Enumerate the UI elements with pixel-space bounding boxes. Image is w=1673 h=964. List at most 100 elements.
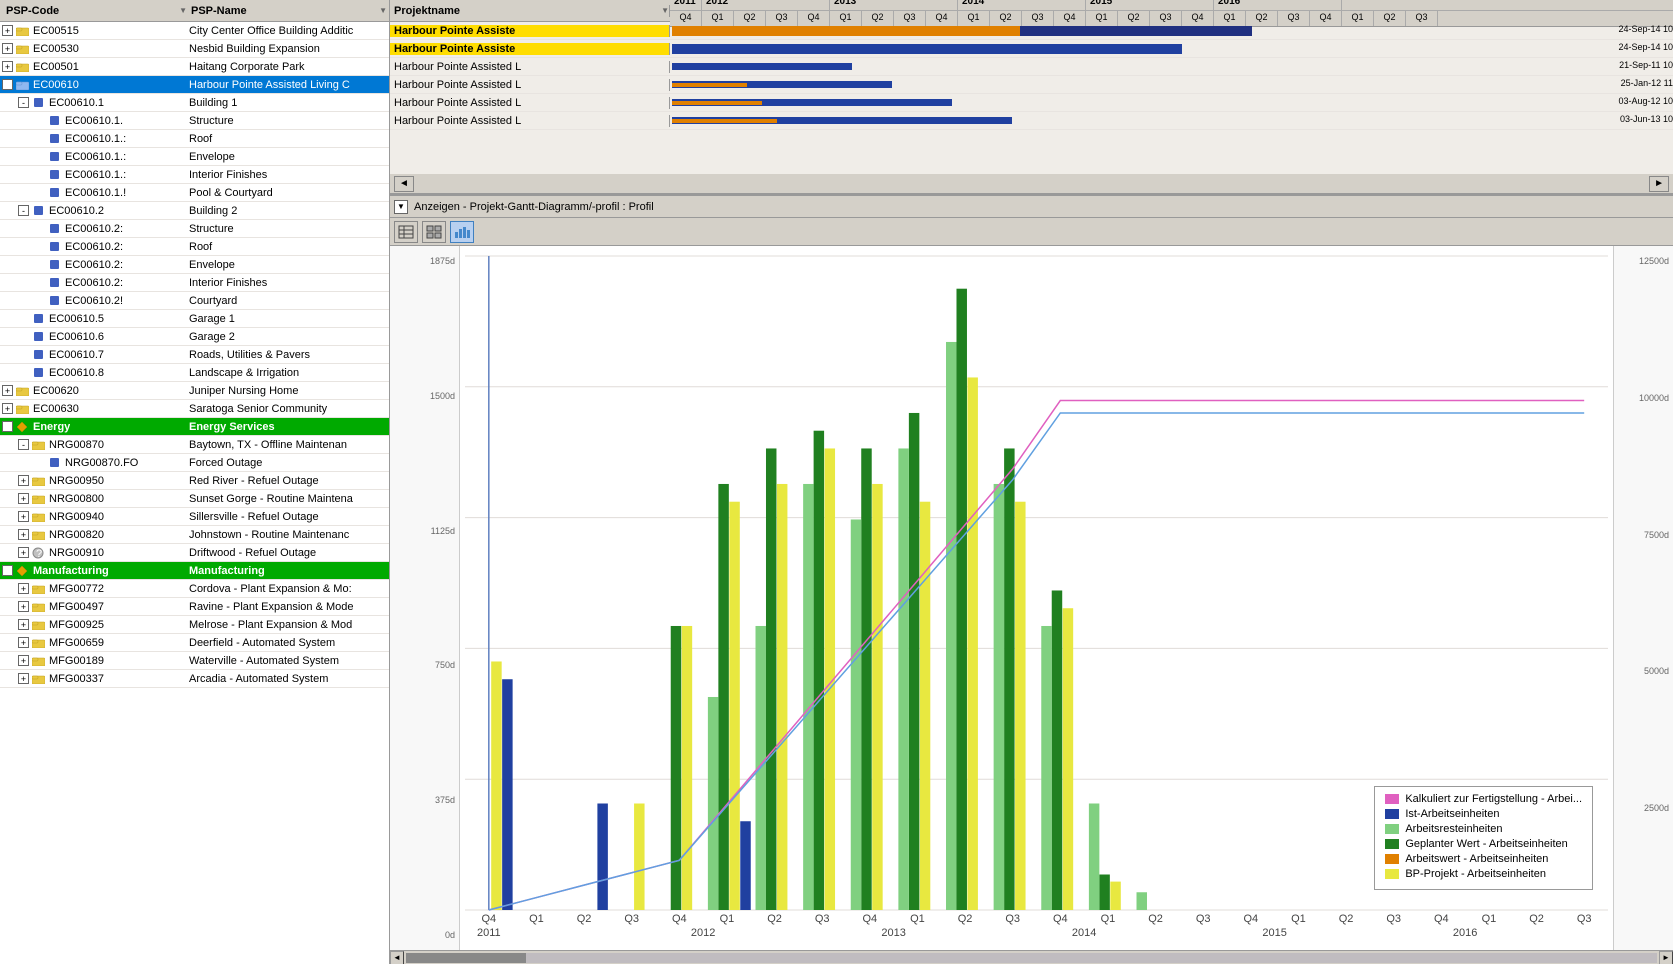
tree-row[interactable]: +NRG00800Sunset Gorge - Routine Maintena: [0, 490, 389, 508]
tree-row[interactable]: EC00610.1.:Interior Finishes: [0, 166, 389, 184]
y-label-left: 375d: [394, 795, 455, 805]
bottom-scrollbar[interactable]: ◄ ►: [390, 950, 1673, 964]
scroll-track-bottom[interactable]: [406, 953, 1657, 963]
tree-row[interactable]: EC00610.2:Structure: [0, 220, 389, 238]
legend-item: Arbeitsresteinheiten: [1385, 823, 1582, 835]
gantt-bar-col: 24-Sep-14 10: [670, 40, 1673, 58]
task-icon: [47, 132, 61, 146]
expand-btn[interactable]: +: [18, 637, 29, 648]
tree-row[interactable]: EC00610.1.:Roof: [0, 130, 389, 148]
expand-btn[interactable]: -: [2, 565, 13, 576]
tree-row[interactable]: +MFG00337Arcadia - Automated System: [0, 670, 389, 688]
tree-row[interactable]: -EC00610.2Building 2: [0, 202, 389, 220]
expand-btn[interactable]: +: [18, 583, 29, 594]
tree-row[interactable]: +EC00515City Center Office Building Addi…: [0, 22, 389, 40]
tree-row[interactable]: + EC00501 Haitang Corporate Park: [0, 58, 389, 76]
y-label-left: 0d: [394, 930, 455, 940]
expand-btn[interactable]: +: [2, 403, 13, 414]
tree-row[interactable]: EC00610.6Garage 2: [0, 328, 389, 346]
gantt-row-name: Harbour Pointe Assisted L: [390, 115, 670, 127]
tree-row[interactable]: -NRG00870Baytown, TX - Offline Maintenan: [0, 436, 389, 454]
tree-row[interactable]: -EC00610Harbour Pointe Assisted Living C: [0, 76, 389, 94]
expand-btn[interactable]: +: [18, 619, 29, 630]
tree-row[interactable]: EC00610.2:Roof: [0, 238, 389, 256]
tree-row[interactable]: +NRG00940Sillersville - Refuel Outage: [0, 508, 389, 526]
tree-row[interactable]: +MFG00189Waterville - Automated System: [0, 652, 389, 670]
tree-row[interactable]: +EC00530Nesbid Building Expansion: [0, 40, 389, 58]
tree-row[interactable]: EC00610.1.Structure: [0, 112, 389, 130]
tree-row[interactable]: +EC00630Saratoga Senior Community: [0, 400, 389, 418]
chart-view-btn-2[interactable]: [422, 221, 446, 243]
folder-icon: [15, 78, 29, 92]
tree-row[interactable]: +MFG00659Deerfield - Automated System: [0, 634, 389, 652]
expand-btn[interactable]: +: [18, 655, 29, 666]
tree-code-text: EC00501: [31, 61, 79, 73]
tree-row[interactable]: +MFG00925Melrose - Plant Expansion & Mod: [0, 616, 389, 634]
tree-row[interactable]: EC00610.8Landscape & Irrigation: [0, 364, 389, 382]
tree-row[interactable]: EC00610.1.!Pool & Courtyard: [0, 184, 389, 202]
tree-row[interactable]: +MFG00497Ravine - Plant Expansion & Mode: [0, 598, 389, 616]
expand-btn[interactable]: -: [18, 97, 29, 108]
tree-name-col: Haitang Corporate Park: [185, 61, 389, 73]
tree-code-text: EC00610.7: [47, 349, 104, 361]
expand-btn[interactable]: +: [18, 493, 29, 504]
psp-name-header: PSP-Name: [191, 5, 247, 17]
expand-btn[interactable]: -: [2, 79, 13, 90]
expand-btn[interactable]: -: [2, 421, 13, 432]
left-panel: PSP-Code ▼ PSP-Name ▼ +EC00515City Cente…: [0, 0, 390, 964]
legend-item: Ist-Arbeitseinheiten: [1385, 808, 1582, 820]
tree-row[interactable]: +?NRG00910Driftwood - Refuel Outage: [0, 544, 389, 562]
svg-text:Q2: Q2: [1529, 913, 1544, 925]
sort-icon-1: ▼: [179, 6, 187, 15]
expand-btn[interactable]: +: [2, 43, 13, 54]
tree-row[interactable]: +NRG00820Johnstown - Routine Maintenanc: [0, 526, 389, 544]
scroll-left-btn[interactable]: ◄: [394, 176, 414, 192]
tree-body[interactable]: +EC00515City Center Office Building Addi…: [0, 22, 389, 964]
tree-row[interactable]: EC00610.2:Envelope: [0, 256, 389, 274]
tree-row[interactable]: NRG00870.FOForced Outage: [0, 454, 389, 472]
chart-view-btn-3[interactable]: [450, 221, 474, 243]
tree-code-text: MFG00659: [47, 637, 104, 649]
tree-row[interactable]: +MFG00772Cordova - Plant Expansion & Mo:: [0, 580, 389, 598]
expand-btn[interactable]: +: [2, 25, 13, 36]
svg-text:Q3: Q3: [1196, 913, 1211, 925]
tree-row[interactable]: EC00610.5Garage 1: [0, 310, 389, 328]
scroll-left-chart[interactable]: ◄: [390, 951, 404, 964]
tree-name-col: Manufacturing: [185, 565, 389, 577]
expand-btn[interactable]: +: [2, 385, 13, 396]
tree-code-col: EC00610.8: [0, 366, 185, 380]
expand-btn[interactable]: +: [2, 61, 13, 72]
tree-row[interactable]: -EC00610.1Building 1: [0, 94, 389, 112]
gantt-row-name: Harbour Pointe Assisted L: [390, 97, 670, 109]
tree-row[interactable]: EC00610.7Roads, Utilities & Pavers: [0, 346, 389, 364]
chart-view-btn-1[interactable]: [394, 221, 418, 243]
expand-btn[interactable]: -: [18, 205, 29, 216]
tree-row[interactable]: EC00610.2!Courtyard: [0, 292, 389, 310]
svg-text:?: ?: [36, 548, 42, 559]
expand-btn[interactable]: +: [18, 547, 29, 558]
svg-text:Q1: Q1: [1101, 913, 1116, 925]
expand-btn[interactable]: +: [18, 529, 29, 540]
tree-row[interactable]: EC00610.2:Interior Finishes: [0, 274, 389, 292]
scroll-right-chart[interactable]: ►: [1659, 951, 1673, 964]
folder-icon: [15, 24, 29, 38]
task-icon: [47, 258, 61, 272]
tree-row[interactable]: -ManufacturingManufacturing: [0, 562, 389, 580]
svg-text:Q1: Q1: [1482, 913, 1497, 925]
tree-row[interactable]: -EnergyEnergy Services: [0, 418, 389, 436]
tree-row[interactable]: +NRG00950Red River - Refuel Outage: [0, 472, 389, 490]
expand-btn[interactable]: +: [18, 601, 29, 612]
scroll-right-btn[interactable]: ►: [1649, 176, 1669, 192]
tree-row[interactable]: EC00610.1.:Envelope: [0, 148, 389, 166]
expand-btn[interactable]: -: [18, 439, 29, 450]
chart-area: 1875d1500d1125d750d375d0d Q4Q1Q2Q3Q4Q1Q2…: [390, 246, 1673, 950]
tree-code-col: +MFG00497: [0, 600, 185, 614]
expand-btn[interactable]: +: [18, 511, 29, 522]
profile-label: Anzeigen - Projekt-Gantt-Diagramm/-profi…: [414, 201, 654, 213]
tree-row[interactable]: +EC00620Juniper Nursing Home: [0, 382, 389, 400]
y-label-left: 1875d: [394, 256, 455, 266]
tree-code-col: -EC00610: [0, 78, 185, 92]
expand-btn[interactable]: +: [18, 673, 29, 684]
expand-btn[interactable]: +: [18, 475, 29, 486]
profile-toggle-btn[interactable]: ▼: [394, 200, 408, 214]
